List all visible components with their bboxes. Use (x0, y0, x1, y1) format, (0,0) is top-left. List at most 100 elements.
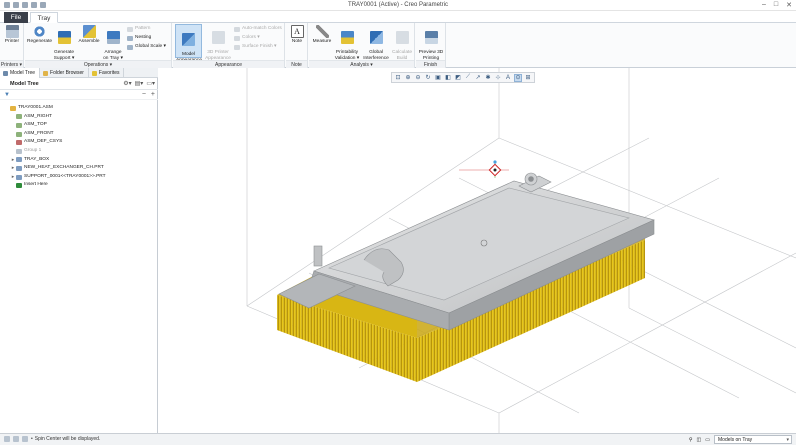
nav-toggle-icon[interactable] (4, 436, 10, 442)
operations-group-label[interactable]: Operations ▾ (25, 60, 171, 68)
part-icon (16, 157, 22, 163)
model-appearance-icon (182, 32, 195, 46)
tree-item[interactable]: ▸ NEW_HEAT_EXCHANGER_CH.PRT (0, 164, 158, 173)
axis-display-icon[interactable]: ↗ (474, 74, 482, 82)
surface-finish-label: Surface Finish ▾ (242, 44, 277, 49)
model-tree-title: Model Tree (10, 81, 39, 87)
tree-item[interactable]: TRAY0001.ASM (0, 104, 158, 113)
datum-plane-icon (16, 122, 22, 128)
graphics-viewport[interactable]: ⊡ ⊕ ⊖ ↻ ▣ ◧ ◩ ⟋ ↗ ✱ ⊹ A ⊙ ⊞ (159, 68, 796, 433)
tree-item[interactable]: ASM_RIGHT (0, 113, 158, 122)
surface-finish-button[interactable]: Surface Finish ▾ (234, 44, 276, 50)
analysis-group-label[interactable]: Analysis ▾ (309, 60, 414, 68)
note-group: A Note Note (286, 23, 308, 68)
tree-item-label: ASM_DEF_CSYS (24, 139, 63, 145)
tab-model-tree[interactable]: Model Tree (0, 68, 41, 78)
browser-toggle-icon[interactable] (13, 436, 19, 442)
tree-item-label: ASM_FRONT (24, 130, 54, 136)
auto-match-colors-button[interactable]: Auto-match Colors (234, 26, 282, 32)
part-icon (16, 174, 22, 180)
global-interference-icon (369, 30, 383, 44)
display-style-icon[interactable]: ◧ (444, 74, 452, 82)
auto-match-label: Auto-match Colors (242, 26, 282, 31)
find-icon[interactable]: ⚲ (689, 437, 693, 443)
tab-favorites[interactable]: Favorites (89, 68, 125, 78)
assembly-icon (10, 105, 16, 111)
colors-label: Colors ▾ (242, 35, 260, 40)
datum-plane-icon (16, 114, 22, 120)
navigator-tabs: Model Tree Folder Browser Favorites (0, 68, 158, 78)
assemble-button[interactable]: Assemble (77, 25, 101, 45)
tree-item[interactable]: ▸ SUPPORT_0001<<TRAY0001>>.PRT (0, 173, 158, 182)
perspective-icon[interactable]: ◩ (454, 74, 462, 82)
tree-item[interactable]: ASM_TOP (0, 121, 158, 130)
refit-icon[interactable]: ⊡ (394, 74, 402, 82)
colors-button[interactable]: Colors ▾ (234, 35, 260, 41)
printer-icon (5, 25, 19, 38)
plane-display-icon[interactable]: ⟋ (464, 74, 472, 82)
select-mode-icon[interactable]: ◫ (697, 437, 702, 443)
model-appearance-button[interactable]: Model Appearance (175, 24, 202, 63)
fullscreen-icon[interactable] (22, 436, 28, 442)
note-group-label: Note (286, 60, 307, 68)
point-display-icon[interactable]: ✱ (484, 74, 492, 82)
status-message-text: Spin Center will be displayed. (34, 436, 101, 442)
zoom-out-icon[interactable]: ⊖ (414, 74, 422, 82)
analysis-group: Measure Printability Validation ▾ Global… (309, 23, 415, 68)
close-button[interactable]: ✕ (786, 1, 792, 9)
selection-filter-dropdown[interactable]: Models on Tray (714, 435, 792, 444)
expand-all-icon[interactable]: + (151, 91, 155, 98)
measure-icon (315, 25, 329, 38)
tree-item[interactable]: Group 1 (0, 147, 158, 156)
nesting-label: Nesting (135, 35, 152, 40)
tree-item[interactable]: Insert Here (0, 181, 158, 190)
maximize-button[interactable]: □ (774, 1, 778, 9)
ribbon: Printer Printers ▾ Regenerate Generate S… (0, 23, 796, 68)
filter-icon[interactable]: ▼ (4, 92, 10, 98)
note-button[interactable]: A Note (289, 25, 305, 45)
nesting-icon (127, 35, 133, 41)
tab-file[interactable]: File (4, 12, 28, 23)
model-tree-header: Model Tree ⚙▾ ▤▾ ▭▾ (0, 78, 158, 90)
tab-tray[interactable]: Tray (30, 12, 58, 23)
spin-center-icon[interactable]: ⊙ (514, 73, 522, 82)
colors-icon (234, 35, 240, 41)
appearance-group-label: Appearance (173, 60, 284, 68)
tree-item[interactable]: ASM_DEF_CSYS (0, 138, 158, 147)
tree-columns-icon[interactable]: ▤▾ (135, 80, 144, 87)
pattern-button[interactable]: Pattern (127, 26, 150, 32)
support-display-icon[interactable]: ⊞ (524, 74, 532, 82)
annotation-display-icon[interactable]: A (504, 74, 512, 82)
tree-settings-icon[interactable]: ⚙▾ (123, 80, 131, 87)
spin-center-marker (459, 160, 509, 178)
title-bar: TRAY0001 (Active) - Creo Parametric – □ … (0, 0, 796, 11)
model-tree-icon (3, 70, 8, 76)
global-scale-icon (127, 44, 133, 50)
printer-label: Printer (4, 39, 20, 44)
saved-views-icon[interactable]: ▣ (434, 74, 442, 82)
tab-folder-browser[interactable]: Folder Browser (40, 68, 89, 78)
collapse-all-icon[interactable]: − (142, 91, 146, 98)
repaint-icon[interactable]: ↻ (424, 74, 432, 82)
viewport-canvas[interactable] (159, 68, 796, 433)
global-scale-button[interactable]: Global Scale ▾ (127, 44, 166, 50)
regenerate-button[interactable]: Regenerate (27, 25, 52, 45)
printers-group: Printer Printers ▾ (0, 23, 24, 68)
measure-button[interactable]: Measure (311, 25, 333, 45)
printer-button[interactable]: Printer (2, 25, 22, 45)
tab-folder-browser-label: Folder Browser (50, 70, 84, 76)
tree-item[interactable]: ▸ TRAY_BOX (0, 156, 158, 165)
tree-show-icon[interactable]: ▭▾ (146, 80, 155, 87)
tree-item-label: Insert Here (24, 182, 48, 188)
csys-icon (16, 140, 22, 146)
smart-selection-icon[interactable]: ▭ (705, 437, 710, 443)
appearance-group: Model Appearance 3D Printer Appearance A… (173, 23, 285, 68)
printers-group-label[interactable]: Printers ▾ (0, 60, 23, 68)
finish-group: Preview 3D Printing Finish (416, 23, 446, 68)
zoom-in-icon[interactable]: ⊕ (404, 74, 412, 82)
note-icon: A (290, 25, 304, 38)
csys-display-icon[interactable]: ⊹ (494, 74, 502, 82)
nesting-button[interactable]: Nesting (127, 35, 151, 41)
minimize-button[interactable]: – (762, 1, 766, 9)
tree-item[interactable]: ASM_FRONT (0, 130, 158, 139)
